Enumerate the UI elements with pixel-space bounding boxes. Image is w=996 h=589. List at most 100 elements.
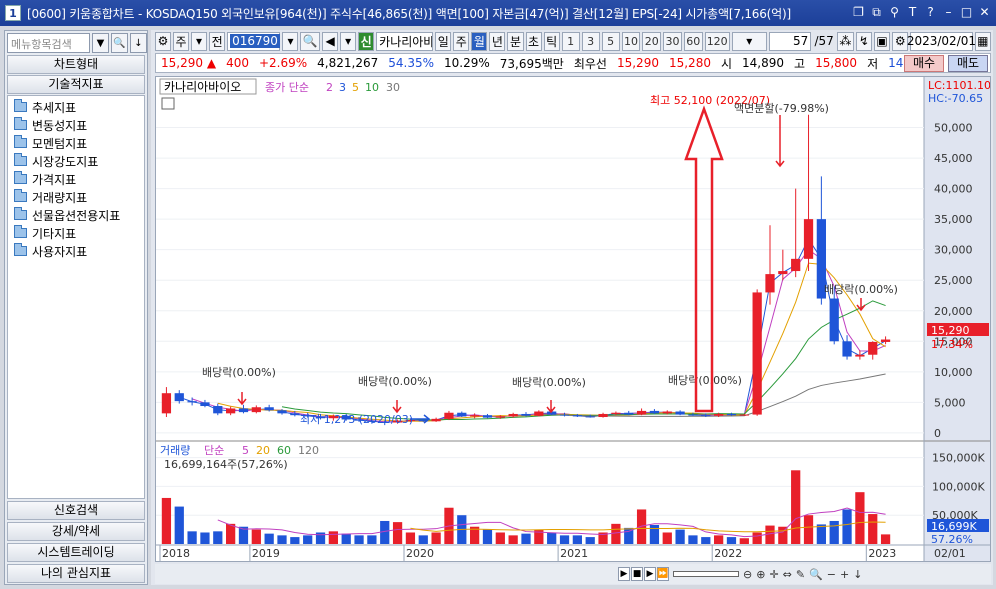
candle-body bbox=[739, 414, 749, 416]
volume-bar bbox=[791, 470, 801, 544]
period-year[interactable]: 년 bbox=[489, 31, 506, 51]
pin-icon[interactable]: ⚲ bbox=[887, 4, 902, 20]
menu-search: 메뉴항목검색 ▼ 🔍 ↓ bbox=[7, 33, 147, 53]
new-badge[interactable]: 신 bbox=[358, 31, 375, 51]
chevron-down-icon[interactable]: ▾ bbox=[340, 31, 357, 51]
interval-button[interactable]: 3 bbox=[581, 31, 600, 51]
tree-item[interactable]: 시장강도지표 bbox=[8, 152, 144, 170]
maximize-icon[interactable]: □ bbox=[959, 4, 974, 20]
tile-icon[interactable]: ⧉ bbox=[869, 4, 884, 20]
tree-item[interactable]: 거래량지표 bbox=[8, 188, 144, 206]
tree-item[interactable]: 선물옵션전용지표 bbox=[8, 206, 144, 224]
volume-bar bbox=[226, 523, 236, 544]
period-month[interactable]: 월 bbox=[471, 31, 488, 51]
scroll-right-icon[interactable]: ▶ bbox=[618, 567, 630, 581]
tree-item[interactable]: 변동성지표 bbox=[8, 116, 144, 134]
crosshair-icon[interactable]: ✛ bbox=[769, 568, 778, 581]
help-icon[interactable]: ? bbox=[923, 4, 938, 20]
period-minute[interactable]: 분 bbox=[507, 31, 524, 51]
search-icon[interactable]: 🔍 bbox=[300, 31, 321, 51]
sell-button[interactable]: 매도 bbox=[948, 55, 988, 72]
volume-bar bbox=[213, 531, 223, 544]
tree-item[interactable]: 사용자지표 bbox=[8, 242, 144, 260]
zoom-out-icon[interactable]: ⊖ bbox=[743, 568, 752, 581]
interval-button[interactable]: 20 bbox=[642, 31, 662, 51]
dropdown-icon[interactable]: ▼ bbox=[92, 33, 109, 53]
volume-bar bbox=[303, 535, 313, 544]
gear-icon[interactable]: ⚙ bbox=[892, 31, 909, 51]
period-second[interactable]: 초 bbox=[525, 31, 542, 51]
chart-type-select[interactable]: 주 bbox=[173, 31, 190, 51]
candle-body bbox=[521, 413, 531, 416]
search-icon[interactable]: 🔍 bbox=[809, 568, 823, 581]
chart-area[interactable]: 0 5,000 10,000 15,000 20,000 25,000 30,000 35,0… bbox=[155, 76, 991, 562]
tree-item[interactable]: 모멘텀지표 bbox=[8, 134, 144, 152]
tab-technical-indicators[interactable]: 기술적지표 bbox=[7, 75, 145, 94]
measure-icon[interactable]: ⇔ bbox=[783, 568, 792, 581]
period-day[interactable]: 일 bbox=[435, 31, 452, 51]
jeon-button[interactable]: 전 bbox=[209, 31, 226, 51]
close-icon[interactable]: ✕ bbox=[977, 4, 992, 20]
x-tick-label: 2021 bbox=[560, 547, 588, 560]
play-icon[interactable]: ▶ bbox=[644, 567, 656, 581]
stop-icon[interactable]: ■ bbox=[631, 567, 643, 581]
search-icon[interactable]: 🔍 bbox=[111, 33, 128, 53]
interval-button[interactable]: 60 bbox=[683, 31, 703, 51]
tree-item[interactable]: 추세지표 bbox=[8, 98, 144, 116]
candle-body bbox=[726, 413, 737, 416]
speaker-icon[interactable]: ◀ bbox=[322, 31, 339, 51]
draw-icon[interactable]: ✎ bbox=[796, 568, 805, 581]
volume-bar bbox=[392, 522, 403, 544]
current-pct-tag: 17.34% bbox=[931, 338, 973, 351]
down-arrow-icon[interactable]: ↓ bbox=[130, 33, 147, 53]
compare-icon[interactable]: ⁂ bbox=[836, 31, 854, 51]
period-tick[interactable]: 틱 bbox=[543, 31, 560, 51]
tree-item[interactable]: 기타지표 bbox=[8, 224, 144, 242]
fast-forward-icon[interactable]: ⏩ bbox=[657, 567, 669, 581]
chevron-down-icon[interactable]: ▾ bbox=[282, 31, 299, 51]
chart-settings-icon[interactable]: ⚙ bbox=[155, 31, 171, 51]
arrow-icon[interactable]: ↓ bbox=[853, 568, 862, 581]
indicator-icon[interactable]: ↯ bbox=[855, 31, 872, 51]
candle-body bbox=[714, 413, 724, 416]
table-icon[interactable] bbox=[161, 97, 175, 110]
interval-button[interactable]: 1 bbox=[561, 31, 580, 51]
volume-bar bbox=[161, 497, 172, 544]
window-controls: ❐ ⧉ ⚲ T ? – □ ✕ bbox=[851, 4, 992, 20]
tab-my-indicators[interactable]: 나의 관심지표 bbox=[7, 564, 145, 583]
candle-body bbox=[277, 410, 287, 414]
interval-select[interactable]: ▾ bbox=[731, 31, 767, 51]
candle-body bbox=[611, 412, 621, 414]
zoom-slider[interactable] bbox=[673, 571, 739, 577]
buy-button[interactable]: 매수 bbox=[904, 55, 944, 72]
menu-search-input[interactable]: 메뉴항목검색 bbox=[7, 33, 90, 53]
interval-button[interactable]: 120 bbox=[704, 31, 730, 51]
calendar-icon[interactable]: ▦ bbox=[974, 31, 991, 51]
volume-bar bbox=[752, 532, 762, 544]
y-tick-label: 40,000 bbox=[934, 183, 973, 196]
tab-strength[interactable]: 강세/약세 bbox=[7, 522, 145, 541]
restore-icon[interactable]: ❐ bbox=[851, 4, 866, 20]
candle-body bbox=[791, 258, 801, 272]
period-week[interactable]: 주 bbox=[453, 31, 470, 51]
tab-chart-type[interactable]: 차트형태 bbox=[7, 55, 145, 74]
font-icon[interactable]: T bbox=[905, 4, 920, 20]
minimize-icon[interactable]: – bbox=[941, 4, 956, 20]
interval-button[interactable]: 10 bbox=[621, 31, 641, 51]
plus-icon[interactable]: + bbox=[840, 568, 849, 581]
chevron-down-icon[interactable]: ▾ bbox=[191, 31, 208, 51]
candle-body bbox=[752, 292, 762, 415]
minus-icon[interactable]: − bbox=[827, 568, 836, 581]
candle-body bbox=[585, 416, 595, 418]
data-count-input[interactable]: 57 bbox=[768, 31, 812, 51]
tree-item[interactable]: 가격지표 bbox=[8, 170, 144, 188]
interval-button[interactable]: 5 bbox=[601, 31, 620, 51]
tab-signal-search[interactable]: 신호검색 bbox=[7, 501, 145, 520]
interval-button[interactable]: 30 bbox=[663, 31, 682, 51]
date-input[interactable]: 2023/02/01 bbox=[907, 31, 976, 51]
price-chart[interactable]: 05,00010,00015,00020,00025,00030,00035,0… bbox=[156, 77, 991, 561]
tab-system-trading[interactable]: 시스템트레이딩 bbox=[7, 543, 145, 562]
zoom-in-icon[interactable]: ⊕ bbox=[756, 568, 765, 581]
stock-code-input[interactable]: 016790 bbox=[227, 31, 281, 51]
save-icon[interactable]: ▣ bbox=[873, 31, 891, 51]
